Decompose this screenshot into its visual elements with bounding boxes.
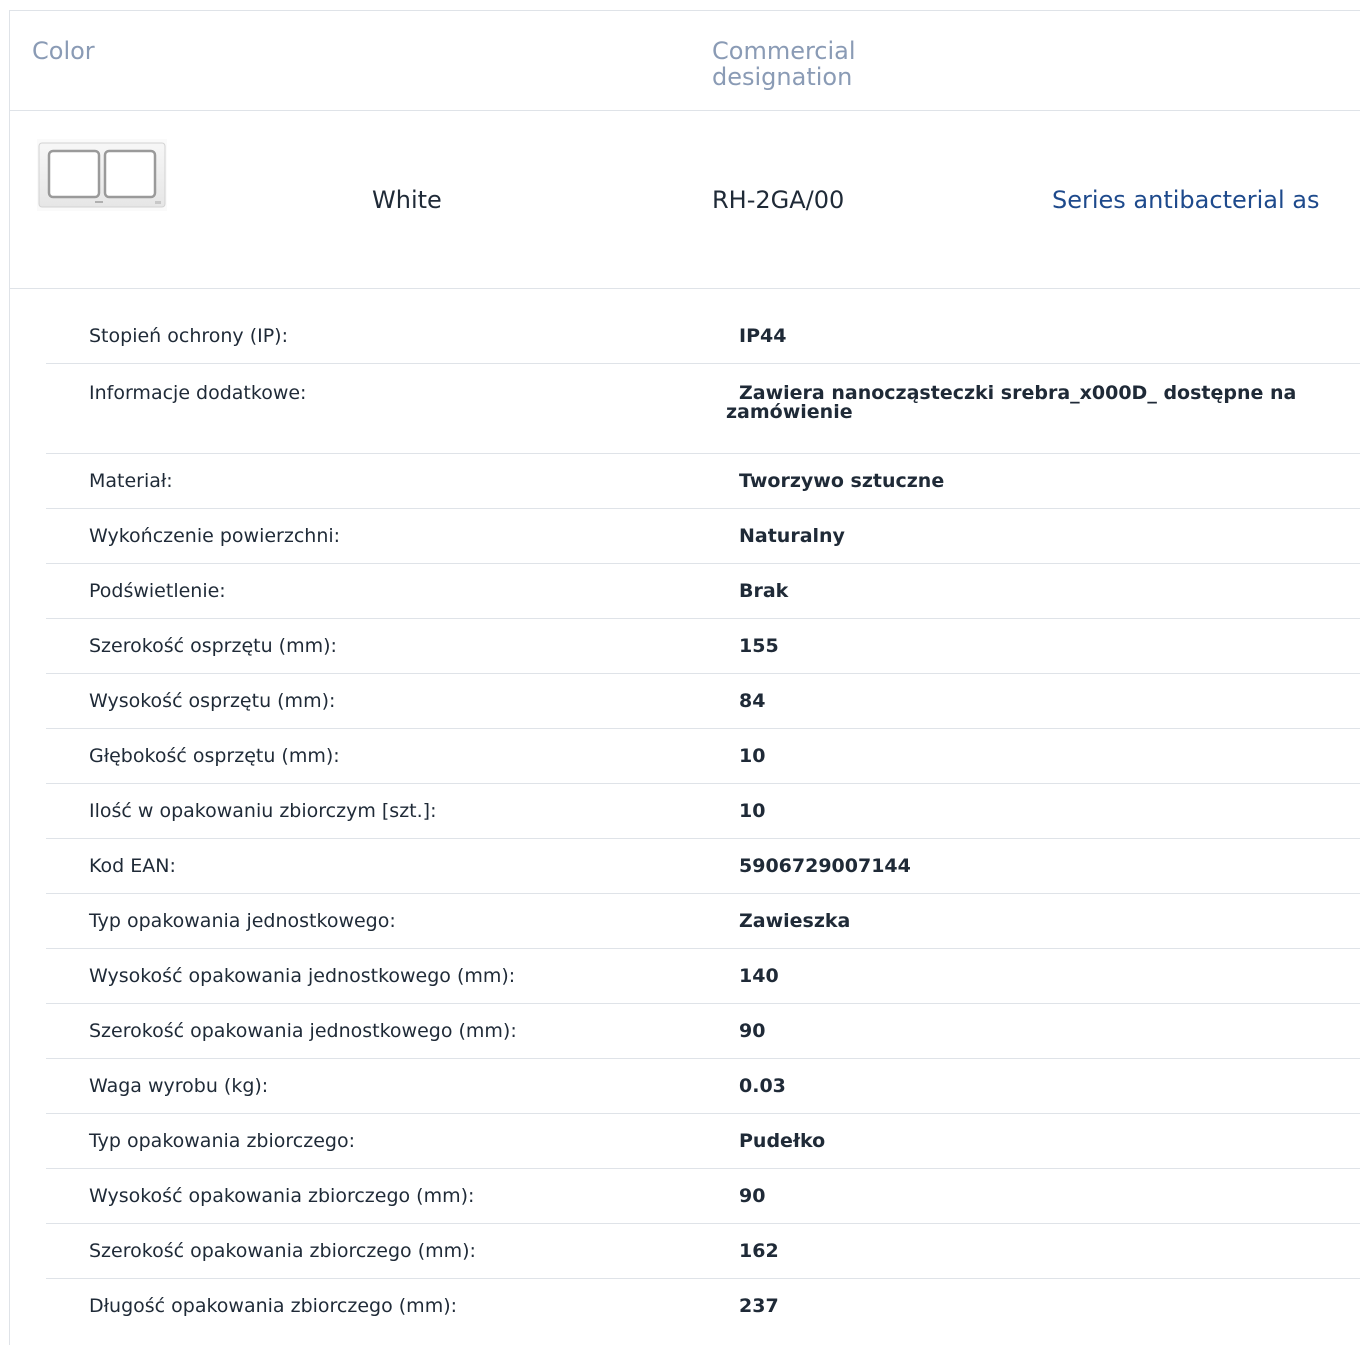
- spec-label: Informacje dodatkowe:: [89, 382, 307, 404]
- spec-value: Brak: [739, 580, 789, 602]
- product-code: RH-2GA/00: [712, 186, 845, 214]
- spec-value: 155: [739, 635, 779, 657]
- spec-row: Kod EAN: 5906729007144: [46, 839, 1360, 894]
- spec-label: Podświetlenie:: [89, 580, 226, 602]
- spec-label: Wysokość opakowania zbiorczego (mm):: [89, 1185, 475, 1207]
- series-link[interactable]: Series antibacterial as: [1052, 186, 1320, 214]
- spec-row: Szerokość opakowania zbiorczego (mm): 162: [46, 1224, 1360, 1279]
- spec-row: Wykończenie powierzchni: Naturalny: [46, 509, 1360, 564]
- spec-value: 10: [739, 745, 766, 767]
- spec-value: Zawieszka: [739, 910, 851, 932]
- spec-row: Szerokość osprzętu (mm): 155: [46, 619, 1360, 674]
- spec-label: Długość opakowania zbiorczego (mm):: [89, 1295, 458, 1317]
- product-thumbnail: [37, 139, 167, 211]
- spec-row: Materiał: Tworzywo sztuczne: [46, 454, 1360, 509]
- spec-row: Waga wyrobu (kg): 0.03: [46, 1059, 1360, 1114]
- spec-row: Szerokość opakowania jednostkowego (mm):…: [46, 1004, 1360, 1059]
- spec-label: Wykończenie powierzchni:: [89, 525, 341, 547]
- spec-row: Długość opakowania zbiorczego (mm): 237: [46, 1279, 1360, 1334]
- spec-label: Kod EAN:: [89, 855, 176, 877]
- column-header-designation: Commercial designation: [712, 37, 856, 91]
- spec-label: Wysokość opakowania jednostkowego (mm):: [89, 965, 516, 987]
- spec-row: Informacje dodatkowe: Zawiera nanocząstec…: [46, 364, 1360, 454]
- spec-value: 140: [739, 965, 779, 987]
- spec-label: Materiał:: [89, 470, 173, 492]
- spec-label: Głębokość osprzętu (mm):: [89, 745, 340, 767]
- spec-row: Stopień ochrony (IP): IP44: [46, 309, 1360, 364]
- spec-label: Ilość w opakowaniu zbiorczym [szt.]:: [89, 800, 437, 822]
- spec-value: 10: [739, 800, 766, 822]
- spec-value: Tworzywo sztuczne: [739, 470, 945, 492]
- spec-value: Zawiera nanocząsteczki srebra_x000D_ dos…: [726, 382, 1297, 423]
- spec-label: Szerokość osprzętu (mm):: [89, 635, 337, 657]
- product-variants-table: Color Commercial designation White RH-2G…: [9, 10, 1360, 1345]
- specifications-table: Stopień ochrony (IP): IP44 Informacje doda…: [46, 309, 1360, 1334]
- spec-value: Pudełko: [739, 1130, 826, 1152]
- spec-row: Podświetlenie: Brak: [46, 564, 1360, 619]
- spec-label: Szerokość opakowania zbiorczego (mm):: [89, 1240, 476, 1262]
- spec-row: Typ opakowania jednostkowego: Zawieszka: [46, 894, 1360, 949]
- spec-value: 84: [739, 690, 766, 712]
- spec-value: 237: [739, 1295, 779, 1317]
- spec-label: Typ opakowania zbiorczego:: [89, 1130, 355, 1152]
- spec-label: Typ opakowania jednostkowego:: [89, 910, 396, 932]
- spec-row: Ilość w opakowaniu zbiorczym [szt.]: 10: [46, 784, 1360, 839]
- spec-value: 5906729007144: [739, 855, 911, 877]
- spec-row: Wysokość opakowania jednostkowego (mm): 1…: [46, 949, 1360, 1004]
- spec-value: 90: [739, 1185, 766, 1207]
- spec-value: 90: [739, 1020, 766, 1042]
- spec-label: Waga wyrobu (kg):: [89, 1075, 269, 1097]
- spec-value: 0.03: [739, 1075, 786, 1097]
- spec-value: IP44: [739, 325, 787, 347]
- spec-label: Szerokość opakowania jednostkowego (mm):: [89, 1020, 517, 1042]
- spec-label: Wysokość osprzętu (mm):: [89, 690, 336, 712]
- spec-value: Naturalny: [739, 525, 845, 547]
- column-header-color: Color: [32, 37, 95, 65]
- spec-row: Typ opakowania zbiorczego: Pudełko: [46, 1114, 1360, 1169]
- spec-label: Stopień ochrony (IP):: [89, 325, 288, 347]
- product-color: White: [372, 186, 442, 214]
- spec-row: Wysokość osprzętu (mm): 84: [46, 674, 1360, 729]
- table-header: Color Commercial designation: [10, 11, 1360, 111]
- spec-row: Głębokość osprzętu (mm): 10: [46, 729, 1360, 784]
- spec-row: Wysokość opakowania zbiorczego (mm): 90: [46, 1169, 1360, 1224]
- product-row: White RH-2GA/00 Series antibacterial as: [10, 111, 1360, 289]
- spec-value: 162: [739, 1240, 779, 1262]
